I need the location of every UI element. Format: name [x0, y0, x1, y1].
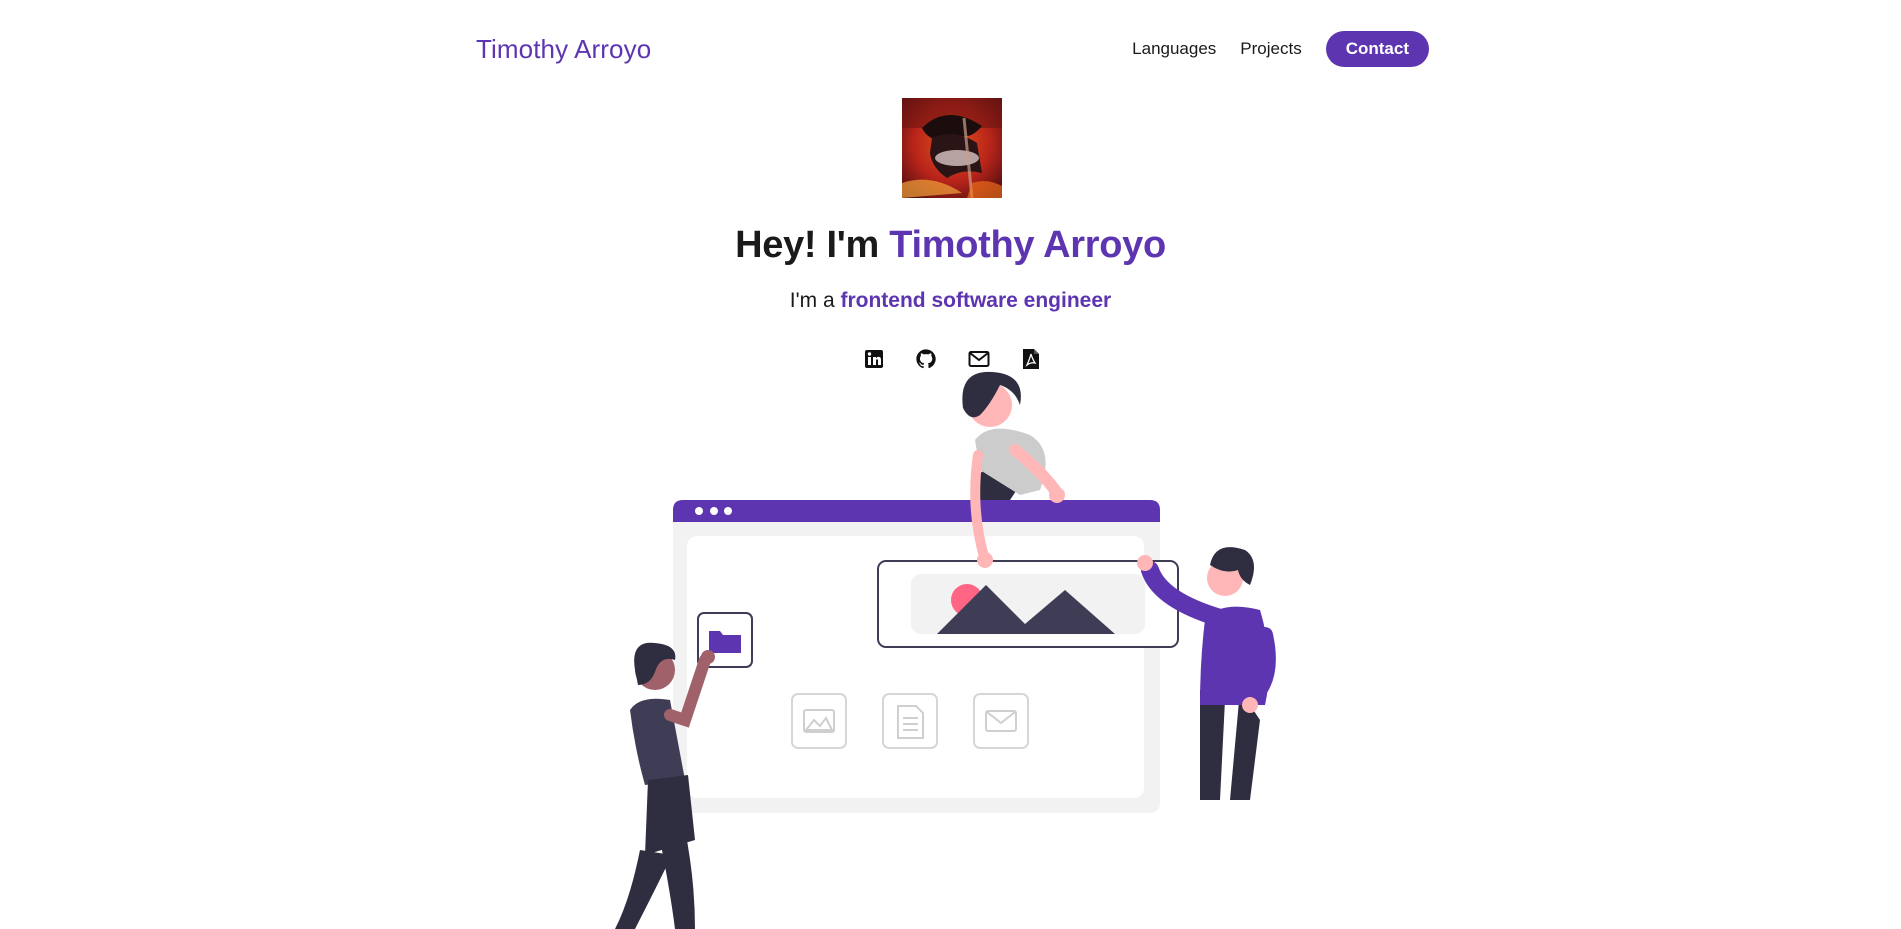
social-links [860, 345, 1045, 373]
github-icon [916, 349, 937, 369]
avatar-image [902, 98, 1002, 198]
resume-link[interactable] [1017, 345, 1045, 373]
hero-illustration [615, 371, 1276, 929]
hero-role: frontend software engineer [840, 289, 1112, 312]
page: Timothy Arroyo Languages Projects Contac… [0, 0, 1901, 929]
avatar [902, 98, 1002, 198]
github-link[interactable] [912, 345, 940, 373]
contact-button[interactable]: Contact [1325, 31, 1429, 67]
nav-links: Languages Projects Contact [1108, 31, 1429, 67]
image-card-illustration [877, 560, 1179, 648]
nav-link-projects[interactable]: Projects [1240, 39, 1301, 59]
email-link[interactable] [965, 345, 993, 373]
hero-name: Timothy Arroyo [889, 224, 1166, 266]
hero-greeting: Hey! I'm [735, 224, 890, 266]
hero-subtitle: I'm a frontend software engineer [0, 289, 1901, 313]
linkedin-icon [865, 350, 883, 368]
pdf-file-icon [1022, 349, 1039, 369]
hero-subtitle-prefix: I'm a [789, 289, 841, 312]
navbar: Timothy Arroyo Languages Projects Contac… [476, 27, 1429, 71]
hero-title: Hey! I'm Timothy Arroyo [0, 224, 1901, 267]
nav-link-languages[interactable]: Languages [1132, 39, 1216, 59]
brand-logo[interactable]: Timothy Arroyo [476, 34, 651, 65]
envelope-icon [968, 351, 990, 367]
linkedin-link[interactable] [860, 345, 888, 373]
